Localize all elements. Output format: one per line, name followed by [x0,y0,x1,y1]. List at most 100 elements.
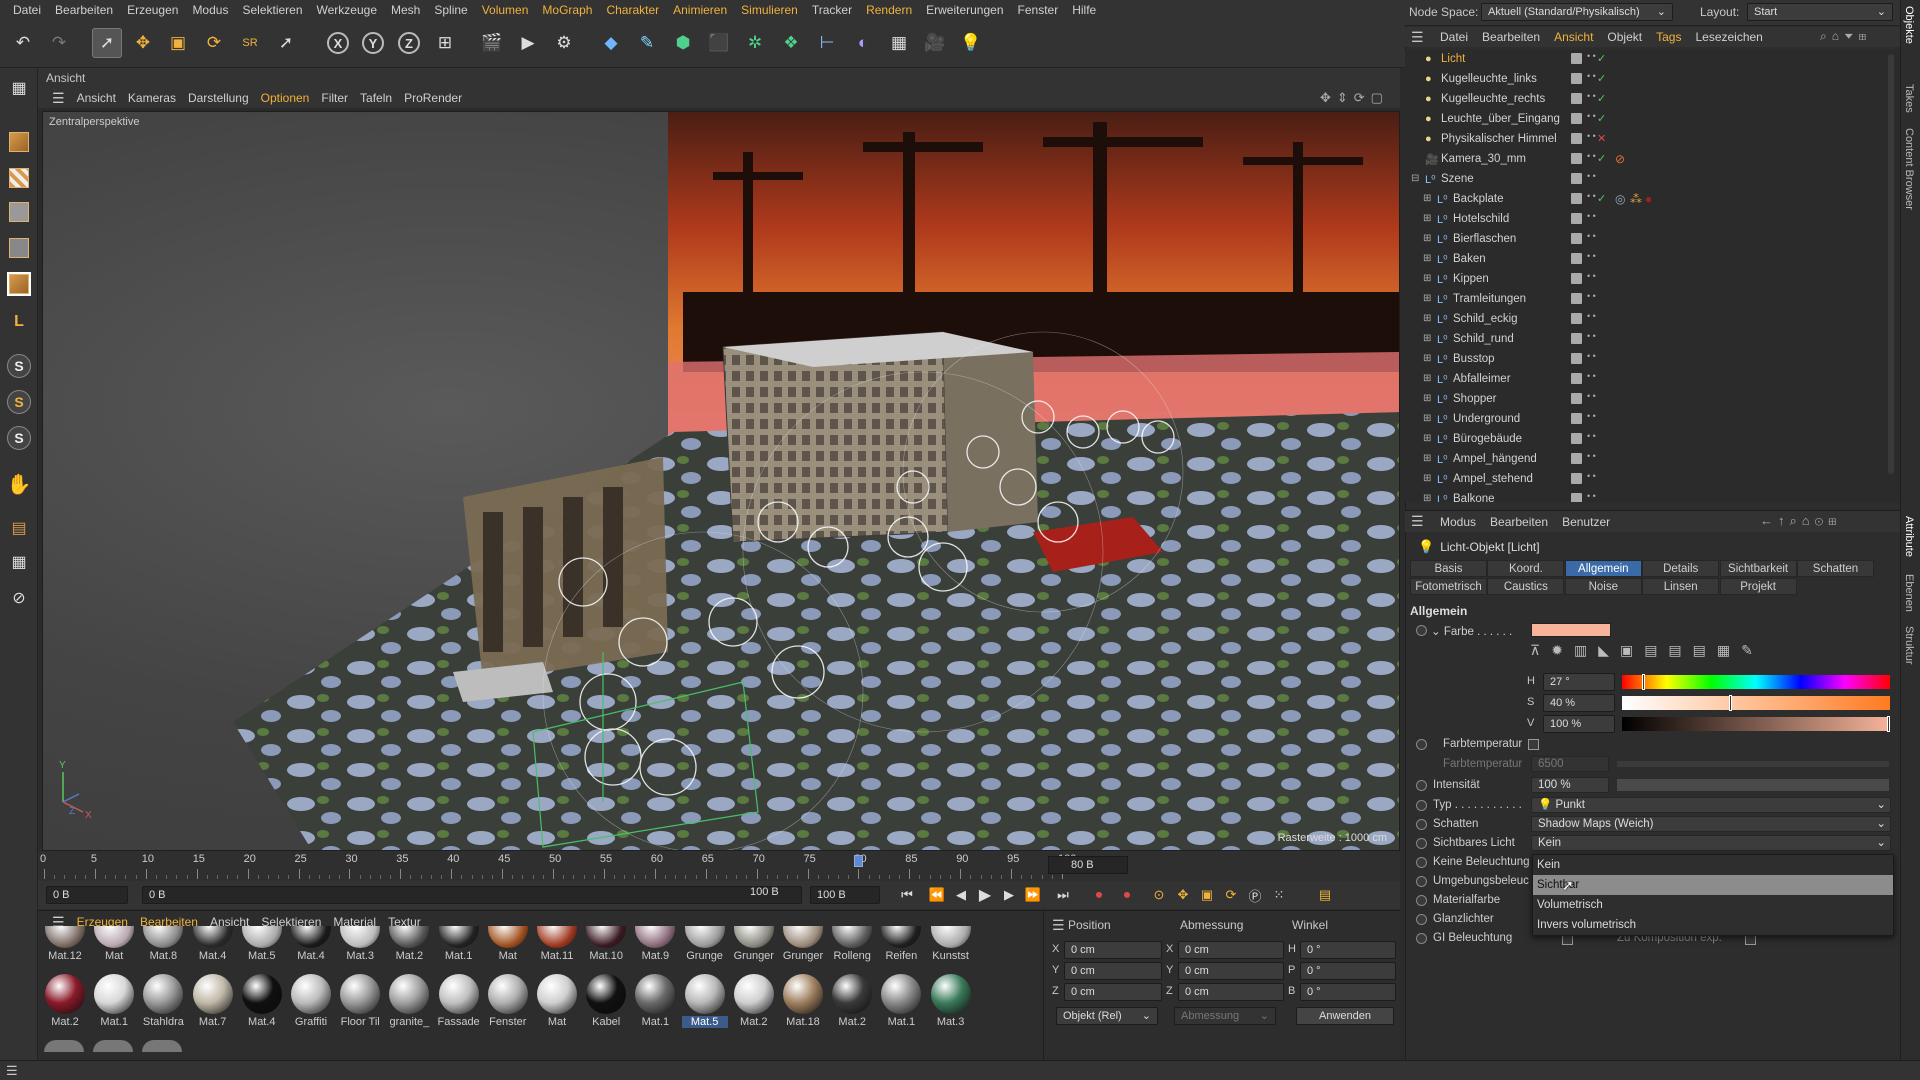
object-menu-item[interactable]: Ansicht [1547,30,1600,44]
viewport-menu-item[interactable]: Tafeln [354,91,398,105]
material-swatch[interactable]: Mat.2 [731,974,777,1028]
render-region-icon[interactable]: 🎬 [477,28,507,58]
material-swatch[interactable]: Mat.3 [928,974,974,1028]
next-frame-icon[interactable]: ▶ [998,885,1020,905]
prev-key-icon[interactable]: ⏪ [926,885,948,905]
preview-start-field[interactable]: 0 B [142,886,802,904]
menu-item[interactable]: Animieren [666,3,734,17]
expand-icon[interactable]: ⊞ [1423,314,1433,324]
undo-icon[interactable]: ↶ [8,28,38,58]
coord-size-mode-select[interactable]: Abmessung ⌄ [1174,1007,1276,1025]
material-tag-icon[interactable]: ● [1645,192,1652,206]
layout-select[interactable]: Start ⌄ [1747,3,1893,21]
attribute-tab[interactable]: Caustics [1487,578,1565,595]
menu-item[interactable]: Hilfe [1065,3,1103,17]
attribute-menu-item[interactable]: Bearbeiten [1483,515,1555,529]
hamburger-icon[interactable]: ☰ [46,90,71,107]
disabled-x-icon[interactable]: ✕ [1597,132,1606,145]
material-swatch-partial[interactable] [142,1040,183,1052]
snap-settings-icon[interactable]: S [5,388,33,416]
visibility-dots-icon[interactable]: • • [1587,52,1596,61]
saturation-slider[interactable] [1622,695,1890,711]
go-to-end-icon[interactable]: ⏭ [1052,885,1074,905]
attribute-tab[interactable]: Linsen [1642,578,1720,595]
expand-icon[interactable]: ⊞ [1423,474,1433,484]
timeline-window-icon[interactable]: ▤ [1314,885,1336,905]
intensitaet-field[interactable]: 100 % [1531,777,1609,793]
material-swatch-partial[interactable] [44,1040,84,1052]
layer-icon[interactable] [1571,453,1582,464]
timeline-ruler[interactable]: 0510152025303540455055606570758085909510… [38,851,1400,881]
layer-icon[interactable] [1571,273,1582,284]
material-swatch[interactable]: Mat [534,974,580,1028]
attribute-tab[interactable]: Projekt [1719,578,1797,595]
visibility-dots-icon[interactable]: • • [1587,232,1596,241]
menu-item[interactable]: Erzeugen [120,3,185,17]
scale-tool-icon[interactable]: ▣ [163,28,193,58]
attribute-tab[interactable]: Fotometrisch [1410,578,1487,595]
object-menu-item[interactable]: Tags [1649,30,1688,44]
object-row[interactable]: ● Physikalischer Himmel • • ✕ [1405,130,1883,150]
menu-item[interactable]: Selektieren [235,3,309,17]
layer-icon[interactable] [1571,73,1582,84]
coord-size-field[interactable]: 0 cm [1178,983,1284,1001]
material-swatch[interactable]: Fenster [485,974,531,1028]
hamburger-icon[interactable]: ☰ [6,1063,18,1079]
autokey-icon[interactable]: ⏺ [1116,885,1138,905]
keyframe-selection-icon[interactable]: ⊙ [1148,885,1170,905]
visibility-dots-icon[interactable]: • • [1587,92,1596,101]
keine-beleuchtung-animate-icon[interactable] [1416,857,1427,868]
rotate-tool-icon[interactable]: ⟳ [199,28,229,58]
cloner-icon[interactable]: ✲ [740,28,770,58]
attribute-tab[interactable]: Details [1642,560,1720,577]
expand-icon[interactable]: ⊞ [1423,434,1433,444]
visibility-dots-icon[interactable]: • • [1587,452,1596,461]
object-row[interactable]: 🎥 Kamera_30_mm • • ✓ [1405,150,1883,170]
farbe-animate-icon[interactable] [1416,625,1427,636]
color-picker-mode-icons[interactable]: ⊼✹▥◣▣▤▤▤▦✎ [1530,642,1890,666]
timeline-playhead[interactable] [854,855,864,867]
enabled-check-icon[interactable]: ✓ [1597,72,1606,85]
expand-icon[interactable]: ⊞ [1423,274,1433,284]
array-generator-icon[interactable]: ⬛ [704,28,734,58]
visibility-dots-icon[interactable]: • • [1587,252,1596,261]
layer-icon[interactable] [1571,213,1582,224]
x-axis-lock-icon[interactable]: X [323,28,353,58]
recent-tools-icon[interactable]: SR [235,28,265,58]
cube-object-icon[interactable]: ◆ [596,28,626,58]
farbtemp-animate-icon[interactable] [1416,739,1427,750]
parameter-key-icon[interactable]: Ⓟ [1244,885,1266,905]
material-swatch[interactable]: Mat.1 [878,974,924,1028]
material-swatch[interactable]: Mat.2 [829,974,875,1028]
object-manager-tool-icons[interactable]: ⌕⌂⏷⊞ [1820,29,1871,44]
layer-icon[interactable] [1571,393,1582,404]
visibility-dots-icon[interactable]: • • [1587,72,1596,81]
pla-key-icon[interactable]: ⁙ [1268,885,1290,905]
collapse-icon[interactable]: ⊟ [1411,174,1421,184]
coord-mode-select[interactable]: Objekt (Rel) ⌄ [1056,1007,1158,1025]
typ-select[interactable]: 💡 Punkt ⌄ [1531,797,1891,813]
coordinate-system-icon[interactable]: ⊞ [430,28,460,58]
attribute-menu-item[interactable]: Benutzer [1555,515,1617,529]
menu-item[interactable]: Mesh [384,3,427,17]
glanzlichter-animate-icon[interactable] [1416,914,1427,925]
layer-icon[interactable] [1571,433,1582,444]
menu-item[interactable]: Fenster [1011,3,1066,17]
coord-size-field[interactable]: 0 cm [1178,941,1284,959]
material-swatch[interactable]: Stahldra [140,974,186,1028]
object-row[interactable]: ⊞ L⁰ Busstop • • [1405,350,1883,370]
side-tab[interactable]: Struktur [1903,626,1915,665]
material-swatch[interactable]: Kabel [583,974,629,1028]
object-row[interactable]: ● Leuchte_über_Eingang • • ✓ [1405,110,1883,130]
object-row[interactable]: ⊞ L⁰ Ampel_stehend • • [1405,470,1883,490]
material-swatch[interactable]: Mat.7 [190,974,236,1028]
material-swatch[interactable]: Mat.12 [42,926,88,962]
attribute-tab[interactable]: Noise [1564,578,1642,595]
gi-animate-icon[interactable] [1416,933,1427,944]
schatten-animate-icon[interactable] [1416,819,1427,830]
schatten-select[interactable]: Shadow Maps (Weich) ⌄ [1531,816,1891,832]
object-row[interactable]: ⊞ L⁰ Schild_eckig • • [1405,310,1883,330]
material-swatch[interactable]: Mat.1 [632,974,678,1028]
object-row[interactable]: ● Kugelleuchte_links • • ✓ [1405,70,1883,90]
dropdown-option[interactable]: Invers volumetrisch [1533,915,1893,935]
